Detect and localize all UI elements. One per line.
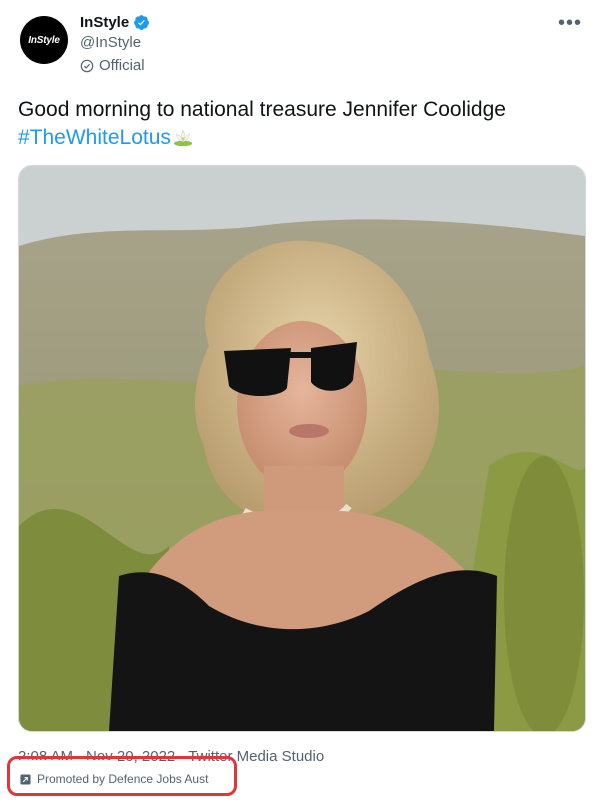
official-label-row: Official: [80, 57, 150, 74]
avatar-label: InStyle: [28, 34, 60, 46]
tweet-header: InStyle InStyle @InStyle Official •••: [18, 10, 588, 80]
handle[interactable]: @InStyle: [80, 34, 150, 51]
tweet-text: Good morning to national treasure Jennif…: [18, 96, 578, 152]
tweet-body: Good morning to national treasure Jennif…: [18, 98, 506, 121]
official-check-icon: [80, 59, 94, 72]
more-options-icon[interactable]: •••: [558, 12, 582, 35]
promoted-label-row[interactable]: Promoted by Defence Jobs Aust: [20, 772, 208, 786]
promoted-icon: [20, 773, 31, 785]
official-label: Official: [99, 57, 145, 74]
media-photo: [19, 166, 585, 731]
display-name-row[interactable]: InStyle: [80, 14, 150, 31]
account-names: InStyle @InStyle Official: [80, 14, 150, 74]
display-name[interactable]: InStyle: [80, 14, 129, 31]
avatar[interactable]: InStyle: [20, 16, 68, 64]
lotus-emoji-icon: [173, 130, 193, 147]
verified-icon: [134, 15, 150, 30]
tweet-media[interactable]: [18, 165, 586, 732]
promoted-text: Promoted by Defence Jobs Aust: [37, 772, 209, 786]
hashtag-link[interactable]: #TheWhiteLotus: [18, 126, 171, 149]
